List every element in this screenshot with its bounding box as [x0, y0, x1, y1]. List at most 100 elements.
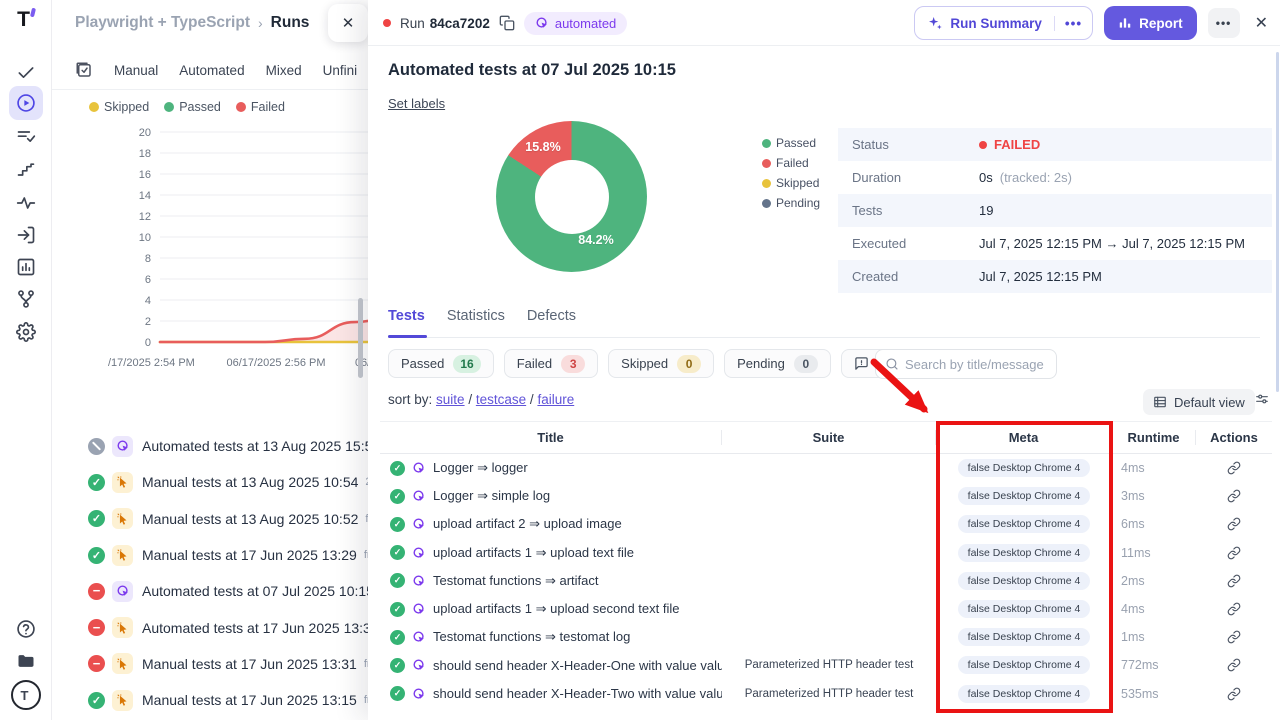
column-title[interactable]: Title: [380, 430, 722, 445]
table-row[interactable]: should send header X-Header-One with val…: [380, 651, 1272, 679]
run-panel-scrollbar[interactable]: [1276, 52, 1279, 392]
column-suite[interactable]: Suite: [722, 430, 936, 445]
filter-passed-chip[interactable]: Passed16: [388, 349, 494, 378]
legend-passed: Passed: [164, 100, 221, 114]
run-list-item[interactable]: Manual tests at 13 Aug 2025 10:52 from: [52, 501, 368, 537]
sidebar-item-import[interactable]: [9, 220, 43, 250]
link-icon[interactable]: [1227, 630, 1241, 644]
sidebar-item-analytics[interactable]: [9, 252, 43, 282]
view-settings-button[interactable]: [1255, 392, 1275, 412]
filter-skipped-chip[interactable]: Skipped0: [608, 349, 714, 378]
test-title[interactable]: upload artifacts 1 ⇒ upload second text …: [433, 601, 680, 617]
tab-statistics[interactable]: Statistics: [447, 308, 505, 337]
projects-button[interactable]: [9, 646, 43, 676]
report-button[interactable]: Report: [1104, 6, 1197, 40]
search-input[interactable]: [905, 357, 1047, 372]
link-icon[interactable]: [1227, 687, 1241, 701]
table-row[interactable]: Testomat functions ⇒ testomat log false …: [380, 623, 1272, 651]
tab-automated[interactable]: Automated: [179, 63, 244, 78]
run-detail-close-button[interactable]: ✕: [1251, 13, 1272, 33]
table-row[interactable]: Logger ⇒ simple log false Desktop Chrome…: [380, 482, 1272, 510]
logo-accent: [28, 692, 31, 698]
table-row[interactable]: upload artifacts 1 ⇒ upload text file fa…: [380, 539, 1272, 567]
default-view-button[interactable]: Default view: [1143, 389, 1255, 415]
run-status-icon: [88, 547, 105, 564]
test-title[interactable]: Testomat functions ⇒ artifact: [433, 573, 599, 589]
sidebar-item-settings[interactable]: [9, 317, 43, 347]
link-icon[interactable]: [1227, 602, 1241, 616]
help-button[interactable]: [9, 614, 43, 644]
tab-tests[interactable]: Tests: [388, 308, 425, 337]
link-icon[interactable]: [1227, 489, 1241, 503]
test-title[interactable]: should send header X-Header-Two with val…: [433, 686, 722, 701]
column-runtime[interactable]: Runtime: [1112, 430, 1196, 445]
app-logo[interactable]: T: [0, 8, 52, 32]
run-list-item[interactable]: Manual tests at 17 Jun 2025 13:15 from: [52, 682, 368, 718]
tab-manual[interactable]: Manual: [114, 63, 158, 78]
table-row[interactable]: Testomat functions ⇒ artifact false Desk…: [380, 567, 1272, 595]
meta-badge: false Desktop Chrome 4: [958, 685, 1091, 703]
column-meta[interactable]: Meta: [936, 430, 1112, 445]
avatar[interactable]: T: [9, 678, 43, 712]
sidebar-item-pulse[interactable]: [9, 188, 43, 218]
run-list-item[interactable]: Automated tests at 17 Jun 2025 13:30: [52, 609, 368, 645]
table-row[interactable]: upload artifacts 1 ⇒ upload second text …: [380, 595, 1272, 623]
tab-defects[interactable]: Defects: [527, 308, 576, 337]
link-icon[interactable]: [1227, 546, 1241, 560]
column-actions[interactable]: Actions: [1196, 430, 1272, 445]
svg-text:4: 4: [145, 295, 151, 307]
tab-unfinished[interactable]: Unfini: [323, 63, 358, 78]
test-title[interactable]: Logger ⇒ simple log: [433, 488, 550, 504]
run-list-item[interactable]: Manual tests at 13 Aug 2025 10:54 2: [52, 464, 368, 500]
link-icon[interactable]: [1227, 658, 1241, 672]
run-list-item[interactable]: Manual tests at 17 Jun 2025 13:29 from: [52, 537, 368, 573]
run-list-item[interactable]: Manual tests at 17 Jun 2025 13:31 from: [52, 646, 368, 682]
sidebar-item-milestones[interactable]: [9, 155, 43, 185]
table-row[interactable]: should send header X-Header-Two with val…: [380, 680, 1272, 708]
test-title[interactable]: upload artifact 2 ⇒ upload image: [433, 516, 622, 532]
test-title[interactable]: Testomat functions ⇒ testomat log: [433, 629, 630, 645]
test-title[interactable]: upload artifacts 1 ⇒ upload text file: [433, 545, 634, 561]
tab-mixed[interactable]: Mixed: [266, 63, 302, 78]
test-status-icon: [390, 602, 405, 617]
test-title[interactable]: should send header X-Header-One with val…: [433, 658, 722, 673]
filter-failed-chip[interactable]: Failed3: [504, 349, 598, 378]
run-summary-button[interactable]: Run Summary •••: [914, 6, 1093, 40]
sidebar-item-plans[interactable]: [9, 122, 43, 152]
table-row[interactable]: upload artifact 2 ⇒ upload image false D…: [380, 510, 1272, 538]
test-runtime: 1ms: [1112, 630, 1196, 644]
sidebar-item-tests[interactable]: [9, 58, 43, 88]
breadcrumb-project[interactable]: Playwright + TypeScript: [75, 14, 250, 32]
left-panel-scrollbar[interactable]: [358, 298, 363, 378]
manual-type-icon: [112, 690, 133, 711]
legend-failed: Failed: [236, 100, 285, 114]
link-icon[interactable]: [1227, 461, 1241, 475]
test-runtime: 4ms: [1112, 602, 1196, 616]
run-status-dot: [383, 19, 391, 27]
copy-run-id-button[interactable]: [499, 15, 515, 31]
table-row[interactable]: Logger ⇒ logger false Desktop Chrome 4 4…: [380, 454, 1272, 482]
sort-by-failure-link[interactable]: failure: [537, 392, 574, 407]
skipped-dot-icon: [762, 179, 771, 188]
select-all-icon[interactable]: [75, 61, 93, 79]
meta-badge: false Desktop Chrome 4: [958, 628, 1091, 646]
set-labels-link[interactable]: Set labels: [388, 96, 445, 111]
list-check-icon: [16, 127, 36, 147]
automated-badge[interactable]: automated: [524, 12, 627, 35]
manual-type-icon: [112, 508, 133, 529]
sort-by-testcase-link[interactable]: testcase: [476, 392, 526, 407]
filter-pending-chip[interactable]: Pending0: [724, 349, 831, 378]
sidebar-item-runs[interactable]: [9, 86, 43, 120]
link-icon[interactable]: [1227, 574, 1241, 588]
link-icon[interactable]: [1227, 517, 1241, 531]
run-list-item[interactable]: Automated tests at 13 Aug 2025 15:53: [52, 428, 368, 464]
sort-by-suite-link[interactable]: suite: [436, 392, 465, 407]
result-filter-chips: Passed16 Failed3 Skipped0 Pending0 3: [388, 349, 915, 378]
run-list-item[interactable]: Automated tests at 07 Jul 2025 10:15: [52, 573, 368, 609]
run-summary-more-button[interactable]: •••: [1054, 16, 1092, 31]
test-title[interactable]: Logger ⇒ logger: [433, 460, 528, 476]
more-actions-button[interactable]: •••: [1208, 8, 1240, 38]
runs-panel-close-button[interactable]: ✕: [328, 4, 368, 42]
test-status-icon: [390, 573, 405, 588]
sidebar-item-branches[interactable]: [9, 284, 43, 314]
